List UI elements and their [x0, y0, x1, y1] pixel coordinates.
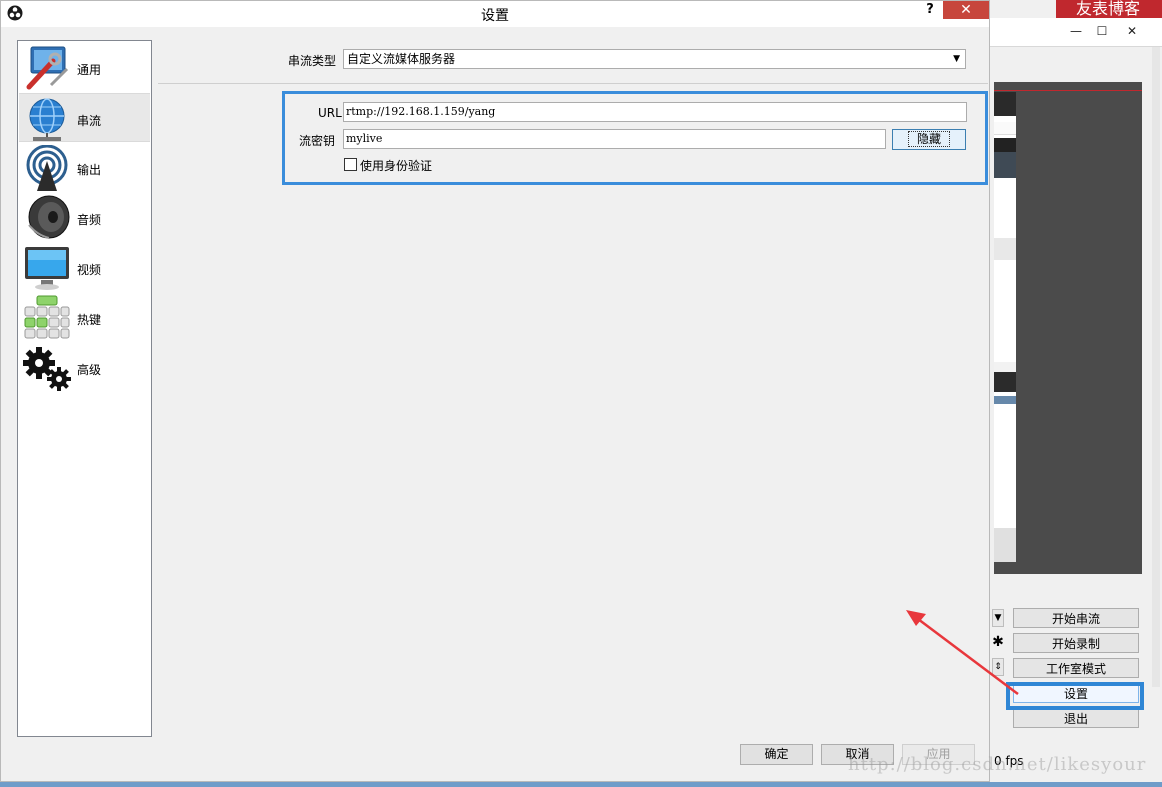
blog-banner: 友表博客	[1056, 0, 1162, 18]
sidebar-item-audio[interactable]: 音频	[19, 193, 150, 242]
url-input[interactable]: rtmp://192.168.1.159/yang	[343, 102, 967, 122]
monitor-icon	[25, 247, 69, 290]
sidebar-item-label: 音频	[77, 213, 102, 227]
exit-button[interactable]: 退出	[1013, 708, 1139, 728]
speaker-icon	[28, 195, 70, 239]
dialog-title: 设置	[481, 8, 509, 24]
watermark: http://blog.csdn.net/likesyour	[848, 754, 1147, 775]
ok-button[interactable]: 确定	[740, 744, 813, 765]
use-auth-checkbox[interactable]	[344, 158, 357, 171]
close-button[interactable]: ✕	[943, 1, 989, 19]
section-divider	[158, 83, 988, 84]
stream-type-select[interactable]: 自定义流媒体服务器 ▼	[343, 49, 966, 69]
maximize-icon[interactable]: ☐	[1090, 22, 1114, 40]
dialog-titlebar: 设置 ? ✕	[1, 1, 989, 27]
sidebar-item-label: 热键	[77, 313, 102, 327]
url-label: URL	[318, 106, 342, 120]
main-window-titlebar: — ☐ ✕	[988, 18, 1162, 47]
main-scrollbar[interactable]	[1152, 47, 1160, 687]
sidebar-item-label: 输出	[77, 163, 102, 177]
stream-key-label: 流密钥	[299, 134, 336, 148]
preview-capture	[994, 92, 1016, 562]
gears-icon	[23, 347, 71, 391]
hide-key-button[interactable]: 隐藏	[892, 129, 966, 150]
stream-type-value: 自定义流媒体服务器	[347, 52, 456, 66]
start-stream-button[interactable]: 开始串流	[1013, 608, 1139, 628]
keyboard-icon	[24, 295, 70, 339]
settings-sidebar: 通用 串流 输出 音频 视频 热键 高级	[17, 40, 152, 737]
taskbar-edge	[0, 782, 1162, 787]
sidebar-item-label: 视频	[77, 263, 102, 277]
use-auth-label[interactable]: 使用身份验证	[360, 157, 432, 174]
stream-settings-panel: 串流类型 自定义流媒体服务器 ▼ URL rtmp://192.168.1.15…	[158, 40, 988, 740]
start-record-button[interactable]: 开始录制	[1013, 633, 1139, 653]
sidebar-item-stream[interactable]: 串流	[19, 93, 150, 142]
dropdown-arrow-icon: ▼	[953, 54, 960, 64]
preview-canvas	[994, 82, 1142, 574]
sidebar-item-label: 通用	[77, 63, 102, 77]
sidebar-item-label: 串流	[77, 114, 102, 128]
settings-dialog: 设置 ? ✕ 通用 串流 输出 音频 视频 热键 高级 串流类型 自定义流媒体服…	[0, 0, 990, 782]
help-button[interactable]: ?	[919, 1, 941, 19]
preview-divider-line	[994, 90, 1142, 91]
sidebar-item-advanced[interactable]: 高级	[19, 343, 150, 392]
sidebar-item-label: 高级	[77, 363, 102, 377]
studio-mode-button[interactable]: 工作室模式	[1013, 658, 1139, 678]
annotation-arrow	[906, 610, 1019, 695]
stream-key-input[interactable]: mylive	[343, 129, 886, 149]
sidebar-item-general[interactable]: 通用	[19, 43, 150, 92]
stream-type-label: 串流类型	[288, 54, 337, 68]
general-tools-icon	[26, 46, 69, 90]
minimize-icon[interactable]: —	[1064, 22, 1088, 40]
sidebar-item-output[interactable]: 输出	[19, 143, 150, 192]
globe-network-icon	[29, 98, 65, 141]
broadcast-antenna-icon	[26, 145, 68, 191]
close-icon[interactable]: ✕	[1120, 22, 1144, 40]
sidebar-item-hotkeys[interactable]: 热键	[19, 293, 150, 342]
hide-key-button-label: 隐藏	[907, 131, 950, 147]
sidebar-item-video[interactable]: 视频	[19, 243, 150, 292]
